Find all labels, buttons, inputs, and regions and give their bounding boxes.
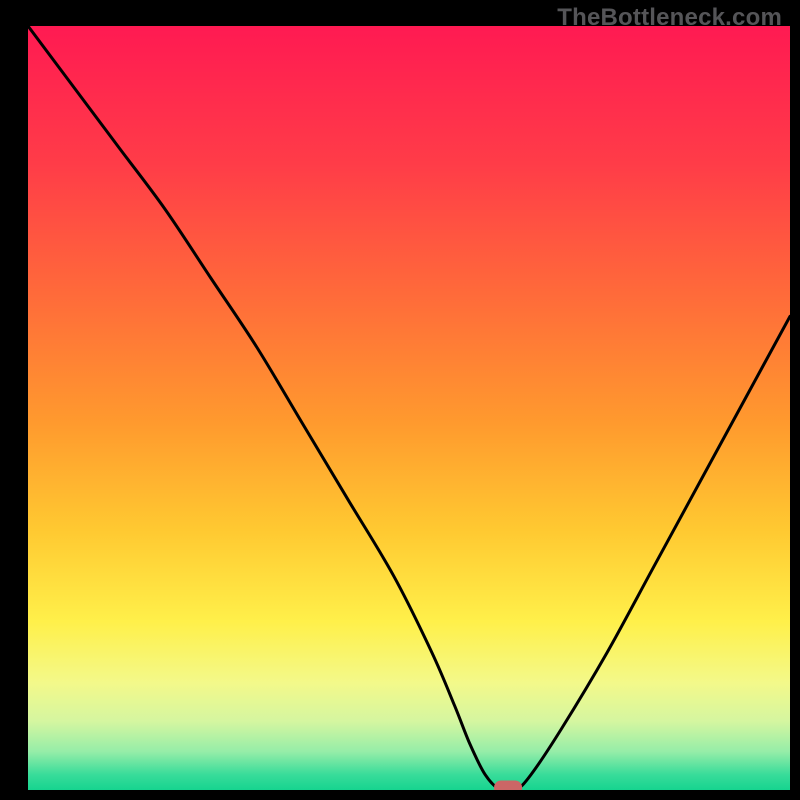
watermark-text: TheBottleneck.com: [557, 4, 782, 32]
chart-area: [28, 26, 790, 790]
gradient-background: [28, 26, 790, 790]
chart-svg: [28, 26, 790, 790]
optimal-point-marker: [494, 781, 522, 791]
chart-container: TheBottleneck.com: [0, 0, 800, 800]
